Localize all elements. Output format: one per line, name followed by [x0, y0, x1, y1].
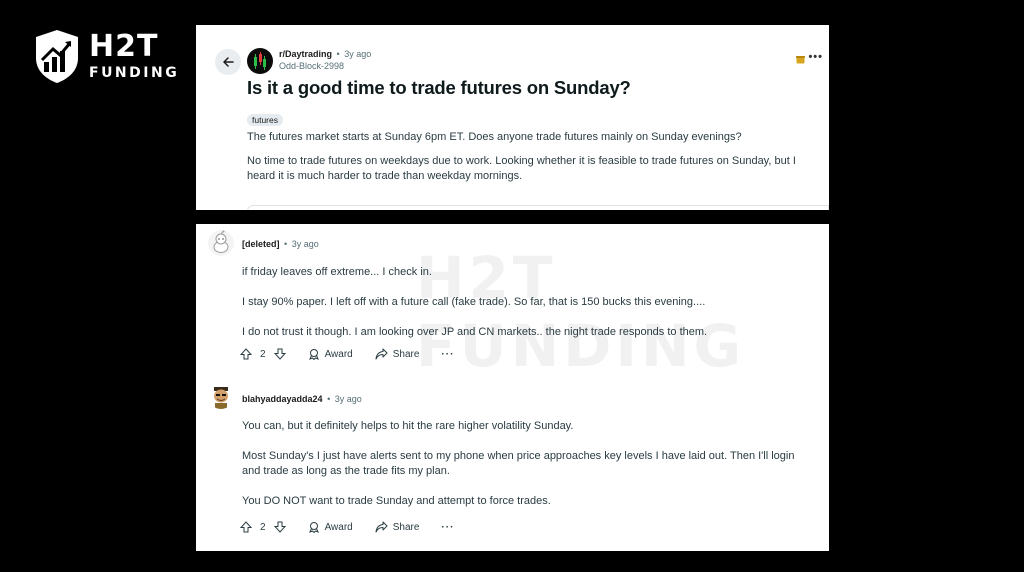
ellipsis-icon: ••• [808, 51, 823, 63]
candlestick-chart-icon [254, 52, 266, 70]
deleted-user-avatar-icon [208, 230, 234, 256]
ellipsis-icon: ··· [441, 521, 455, 533]
vote-control: 2 [240, 348, 286, 360]
vote-count: 2 [260, 521, 266, 533]
vote-control: 2 [240, 521, 286, 533]
comment-user[interactable]: [deleted] [242, 239, 280, 249]
comment-paragraph: I stay 90% paper. I left off with a futu… [242, 296, 706, 308]
comment-meta: blahyaddayadda24 • 3y ago [242, 393, 362, 405]
meta-separator: • [336, 49, 340, 59]
ellipsis-icon: ··· [441, 348, 455, 360]
post-body: The futures market starts at Sunday 6pm … [247, 130, 817, 193]
brand-subtitle: FUNDING [89, 65, 180, 81]
comment-paragraph: if friday leaves off extreme... I check … [242, 266, 432, 278]
comments-card: H2T FUNDING [deleted] • 3y ago if friday… [196, 224, 829, 551]
vote-count: 2 [260, 348, 266, 360]
award-button[interactable]: Award [308, 348, 353, 360]
comment-actions: 2 Award Share ··· [240, 521, 454, 533]
arrow-left-icon [223, 57, 234, 67]
comment-meta: [deleted] • 3y ago [242, 238, 319, 250]
comment-more-button[interactable]: ··· [441, 349, 454, 360]
subreddit-name[interactable]: r/Daytrading [279, 49, 332, 59]
comment-paragraph: I do not trust it though. I am looking o… [242, 326, 708, 338]
post-time: 3y ago [344, 49, 372, 59]
comment-body: You can, but it definitely helps to hit … [242, 419, 812, 524]
share-label: Share [392, 348, 420, 360]
post-flair[interactable]: futures [247, 114, 283, 126]
brand-name: H2T [89, 29, 159, 64]
comment-paragraph: You DO NOT want to trade Sunday and atte… [242, 495, 551, 507]
back-button[interactable] [215, 49, 241, 75]
meta-separator: • [327, 394, 331, 404]
share-button[interactable]: Share [375, 521, 420, 533]
post-meta: r/Daytrading • 3y ago Odd-Block-2998 [279, 48, 371, 72]
avatar[interactable] [208, 383, 234, 409]
award-button[interactable]: Award [308, 521, 353, 533]
avatar[interactable] [208, 230, 234, 256]
comment-more-button[interactable]: ··· [441, 522, 454, 533]
comment-paragraph: You can, but it definitely helps to hit … [242, 420, 574, 432]
award-icon [308, 349, 319, 360]
comment-actions: 2 Award Share ··· [240, 348, 454, 360]
comment-time: 3y ago [334, 394, 362, 404]
comment-paragraph: Most Sunday's I just have alerts sent to… [242, 450, 795, 477]
subreddit-avatar[interactable] [247, 48, 273, 74]
post-paragraph: The futures market starts at Sunday 6pm … [247, 131, 742, 143]
shield-chart-icon [36, 30, 78, 83]
post-author[interactable]: Odd-Block-2998 [279, 60, 371, 72]
comment-time: 3y ago [291, 239, 319, 249]
post-more-button[interactable]: ••• [808, 51, 823, 63]
post-paragraph: No time to trade futures on weekdays due… [247, 155, 796, 182]
award-label: Award [324, 348, 353, 360]
award-label: Award [324, 521, 353, 533]
comment-box-edge[interactable] [247, 205, 829, 210]
award-badge-icon[interactable] [796, 55, 805, 64]
comment-user[interactable]: blahyaddayadda24 [242, 394, 323, 404]
comment-body: if friday leaves off extreme... I check … [242, 265, 812, 355]
share-label: Share [392, 521, 420, 533]
share-icon [375, 521, 388, 533]
share-button[interactable]: Share [375, 348, 420, 360]
meta-separator: • [284, 239, 288, 249]
arrow-down-icon[interactable] [273, 348, 286, 360]
arrow-down-icon[interactable] [273, 521, 286, 533]
share-icon [375, 348, 388, 360]
post-card: r/Daytrading • 3y ago Odd-Block-2998 •••… [196, 25, 829, 210]
arrow-up-icon[interactable] [240, 348, 252, 360]
award-icon [308, 522, 319, 533]
user-avatar-icon [208, 383, 234, 409]
brand-logo: H2T FUNDING [33, 28, 179, 84]
post-title[interactable]: Is it a good time to trade futures on Su… [247, 77, 631, 99]
arrow-up-icon[interactable] [240, 521, 252, 533]
